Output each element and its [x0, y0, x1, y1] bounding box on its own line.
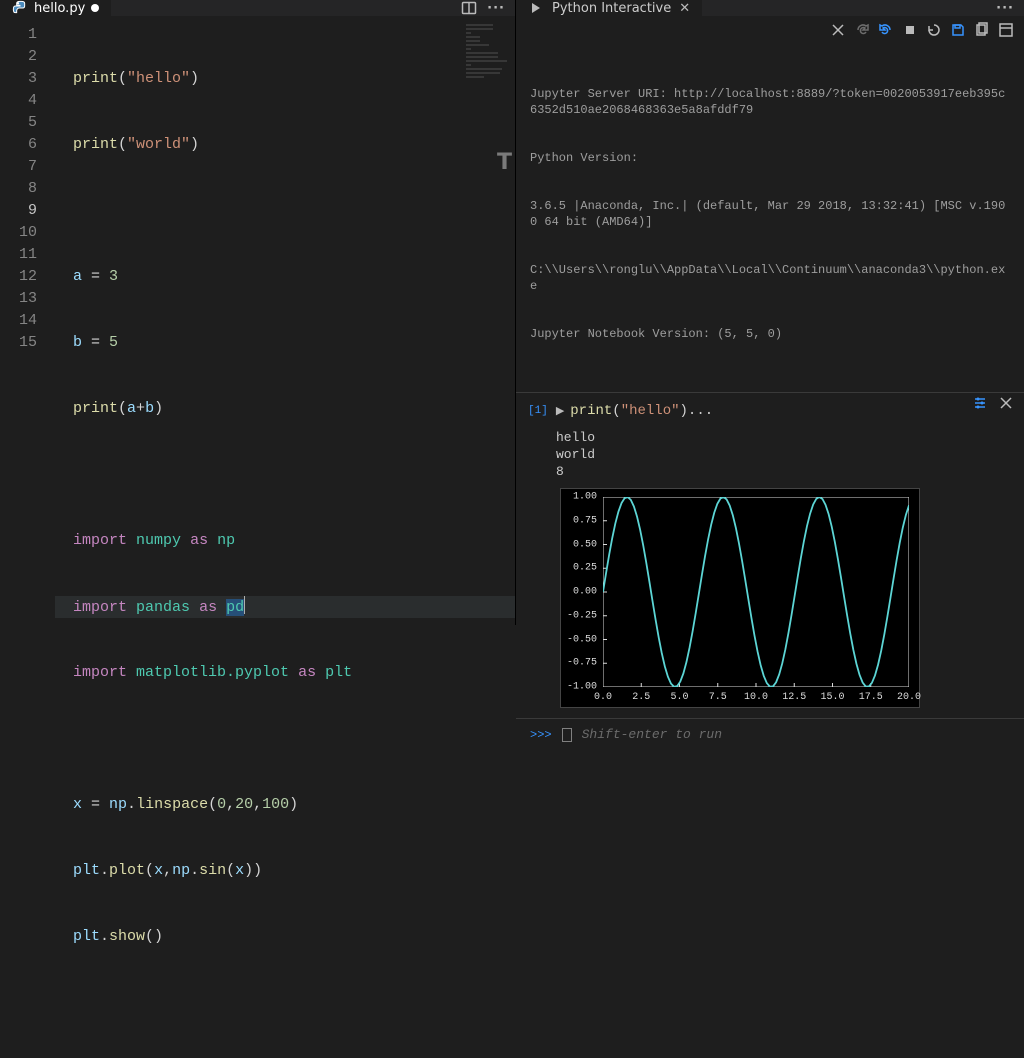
cell-header[interactable]: [1] ▶ print("hello")...: [516, 399, 1024, 423]
cancel-icon[interactable]: [830, 22, 846, 38]
tab-python-interactive[interactable]: Python Interactive ✕: [516, 0, 702, 16]
editor-pane: hello.py ··· 123456789101112131415 print…: [0, 0, 515, 625]
cell-stdout: hello world 8: [556, 429, 1010, 480]
copy-icon[interactable]: [974, 22, 990, 38]
minimap[interactable]: [466, 24, 511, 84]
cell: [1] ▶ print("hello")... hello world 8 -1…: [516, 392, 1024, 718]
expand-icon[interactable]: [998, 22, 1014, 38]
current-line: import pandas as pd: [55, 596, 515, 618]
chevron-right-icon: ▶: [556, 404, 564, 418]
tab-hello-py[interactable]: hello.py: [0, 0, 111, 16]
prompt-placeholder: Shift-enter to run: [582, 727, 722, 742]
interactive-tab-title: Python Interactive: [552, 1, 671, 16]
close-icon[interactable]: ✕: [679, 1, 690, 16]
interactive-toolbar: [516, 16, 1024, 44]
more-actions-icon[interactable]: ···: [996, 1, 1014, 16]
restart-icon[interactable]: [926, 22, 942, 38]
interactive-prompt[interactable]: >>> Shift-enter to run: [516, 718, 1024, 750]
python-interactive-pane: Python Interactive ✕ ··· Jupyter Server …: [515, 0, 1024, 625]
stop-icon[interactable]: [902, 22, 918, 38]
more-actions-icon[interactable]: ···: [487, 1, 505, 16]
play-icon: [528, 0, 544, 16]
code-area[interactable]: print("hello") print("world") a = 3 b = …: [55, 16, 515, 1058]
server-info: Jupyter Server URI: http://localhost:888…: [516, 44, 1024, 386]
text-cursor: [244, 596, 245, 614]
unsaved-dot-icon: [91, 4, 99, 12]
code-editor[interactable]: 123456789101112131415 print("hello") pri…: [0, 16, 515, 1058]
cell-in-label: [1]: [528, 405, 548, 417]
editor-tabbar: hello.py ···: [0, 0, 515, 16]
prompt-prefix: >>>: [530, 728, 552, 742]
undo-icon[interactable]: [878, 22, 894, 38]
plot-output: -1.00-0.75-0.50-0.250.000.250.500.751.00…: [560, 488, 920, 708]
divider-marker: T: [497, 150, 512, 175]
tab-filename: hello.py: [34, 1, 85, 16]
python-file-icon: [12, 0, 28, 16]
editor-tab-actions: ···: [451, 0, 515, 16]
split-editor-icon[interactable]: [461, 0, 477, 16]
delete-cell-icon[interactable]: [998, 395, 1014, 411]
interactive-tabbar: Python Interactive ✕ ···: [516, 0, 1024, 16]
save-icon[interactable]: [950, 22, 966, 38]
cursor-box-icon: [562, 728, 572, 742]
sine-plot: [603, 497, 909, 687]
settings-sliders-icon[interactable]: [972, 395, 988, 411]
redo-icon[interactable]: [854, 22, 870, 38]
line-gutter: 123456789101112131415: [0, 16, 55, 1058]
